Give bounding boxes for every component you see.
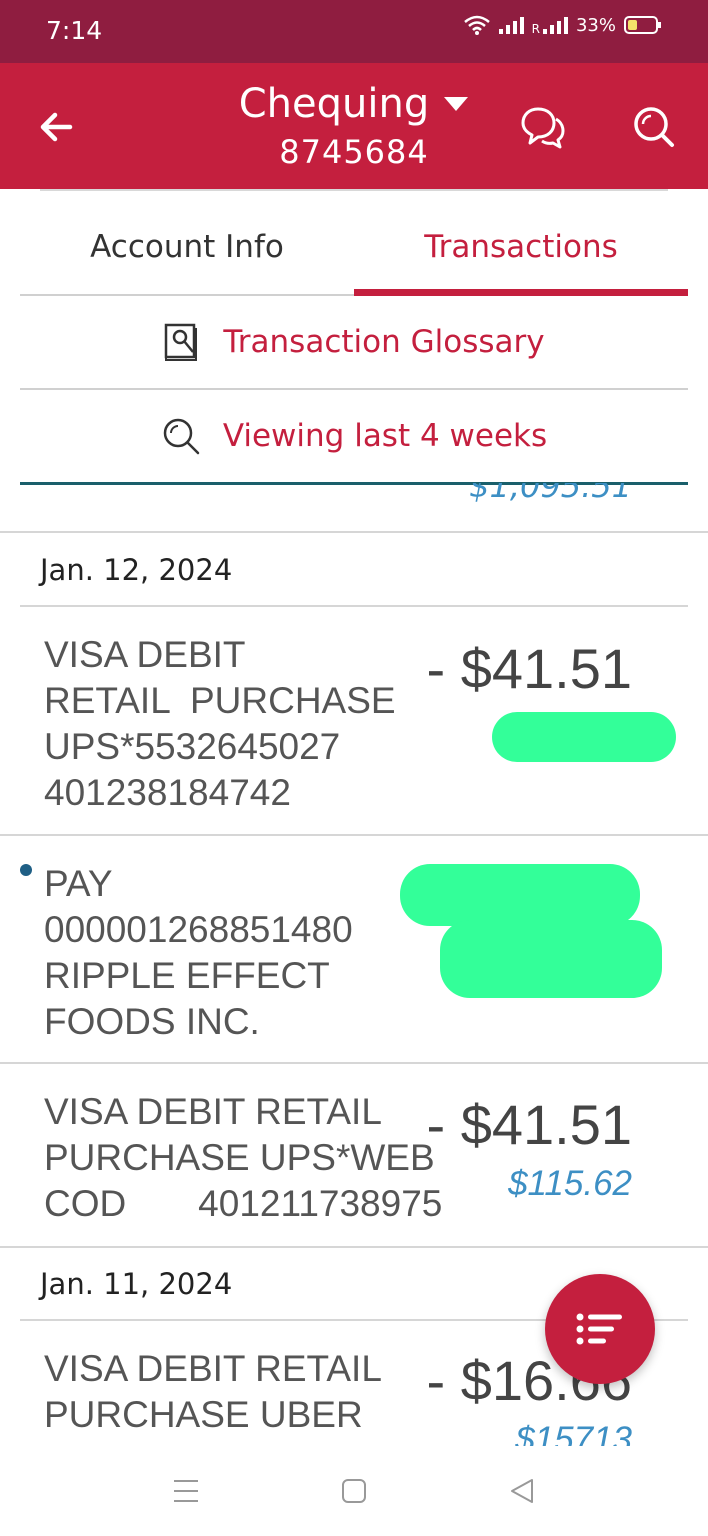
date-header: Jan. 12, 2024 xyxy=(40,553,233,587)
active-tab-indicator xyxy=(354,289,688,296)
redaction-mark xyxy=(400,864,640,926)
new-transaction-dot xyxy=(20,864,32,876)
transaction-amount: - $41.51 xyxy=(426,637,633,700)
date-header: Jan. 11, 2024 xyxy=(40,1267,233,1301)
status-bar: 7:14 R 33% xyxy=(0,0,708,63)
divider xyxy=(0,1062,708,1064)
tab-bar: Account Info Transactions xyxy=(20,200,688,296)
filter-list-fab[interactable] xyxy=(545,1274,655,1384)
transaction-description: VISA DEBIT RETAIL PURCHASE UBER xyxy=(44,1348,382,1435)
clipped-balance-row: $1,095.51 xyxy=(0,483,708,533)
battery-icon xyxy=(624,16,661,34)
account-number: 8745684 xyxy=(279,133,429,171)
wifi-icon xyxy=(463,15,490,35)
sort-list-icon xyxy=(576,1313,622,1345)
redaction-mark xyxy=(440,920,662,998)
account-name: Chequing xyxy=(238,81,430,127)
home-icon[interactable] xyxy=(340,1476,368,1506)
signal-icon xyxy=(498,17,524,34)
system-nav-bar xyxy=(0,1448,708,1536)
divider xyxy=(0,1246,708,1248)
transaction-amount: - $41.51 xyxy=(426,1093,633,1156)
date-filter-button[interactable]: Viewing last 4 weeks xyxy=(20,390,688,485)
menu-icon[interactable] xyxy=(172,1476,200,1506)
signal-icon-2 xyxy=(542,17,568,34)
battery-percent: 33% xyxy=(575,14,616,36)
transaction-glossary-link[interactable]: Transaction Glossary xyxy=(20,296,688,390)
glossary-label: Transaction Glossary xyxy=(223,324,545,360)
redaction-mark xyxy=(492,712,676,762)
chat-icon[interactable] xyxy=(518,103,566,151)
transaction-description: PAY 000001268851480 RIPPLE EFFECT FOODS … xyxy=(44,863,353,1042)
transaction-description: VISA DEBIT RETAIL PURCHASE UPS*553264502… xyxy=(44,634,396,813)
status-time: 7:14 xyxy=(46,16,103,45)
running-balance: $15713 xyxy=(515,1420,632,1446)
search-icon xyxy=(163,418,200,455)
app-header: Chequing 8745684 xyxy=(0,63,708,189)
tab-account-info[interactable]: Account Info xyxy=(20,200,354,294)
tab-account-info-label: Account Info xyxy=(90,229,284,265)
account-selector[interactable]: Chequing 8745684 xyxy=(0,81,708,171)
divider xyxy=(0,834,708,836)
tab-transactions-label: Transactions xyxy=(424,229,618,265)
filter-label: Viewing last 4 weeks xyxy=(222,418,548,454)
dropdown-caret-icon xyxy=(444,97,469,111)
transaction-description: VISA DEBIT RETAIL PURCHASE UPS*WEB COD 4… xyxy=(44,1091,443,1224)
status-icons: R 33% xyxy=(463,14,662,36)
running-balance: $115.62 xyxy=(508,1164,632,1203)
back-icon[interactable] xyxy=(508,1476,536,1506)
search-icon[interactable] xyxy=(630,103,676,149)
divider xyxy=(20,605,688,607)
header-divider xyxy=(40,189,668,191)
glossary-book-icon xyxy=(165,323,198,361)
roaming-label: R xyxy=(531,22,540,36)
clipped-balance: $1,095.51 xyxy=(469,483,632,505)
tab-transactions[interactable]: Transactions xyxy=(354,200,688,296)
